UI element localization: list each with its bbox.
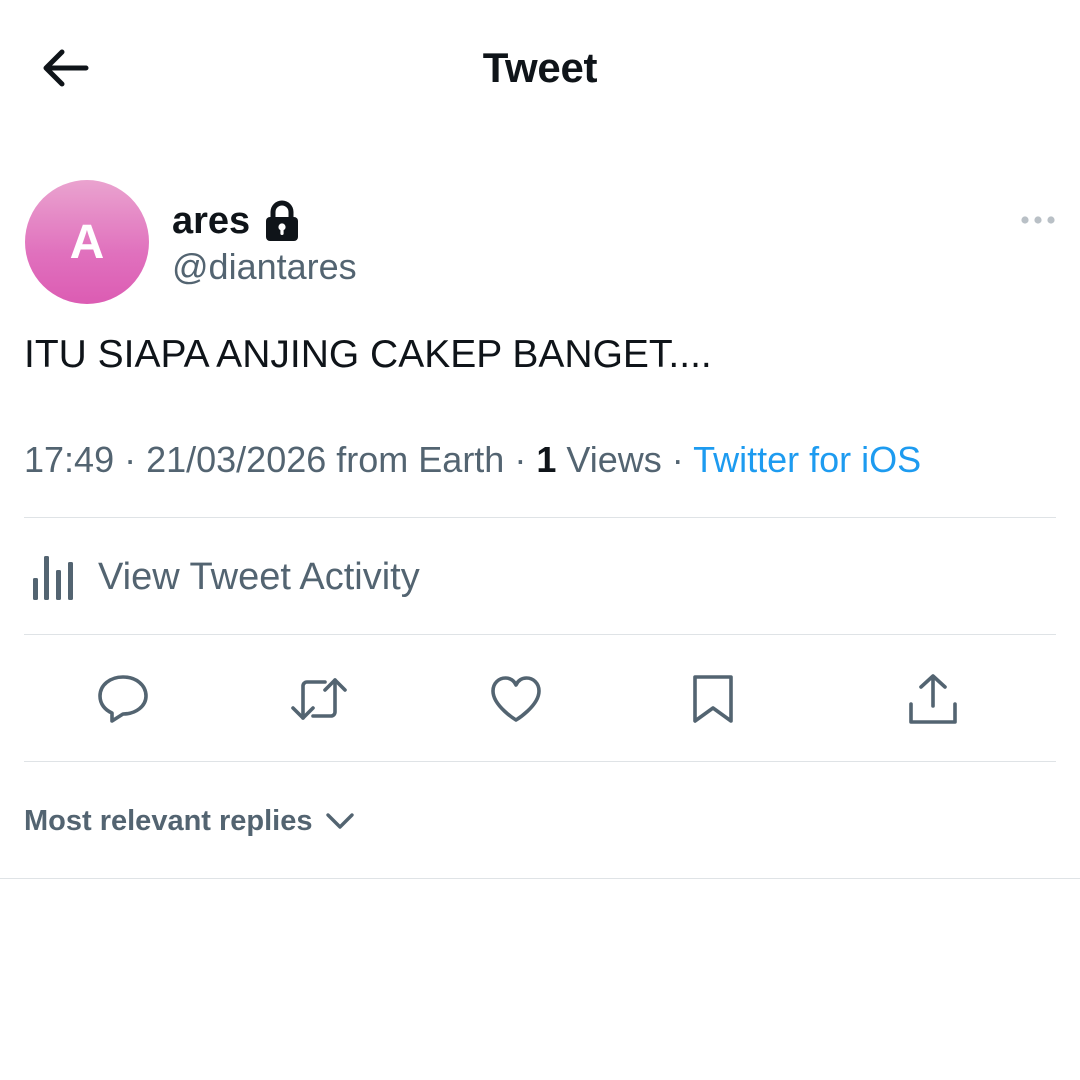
lock-icon (266, 200, 299, 241)
reply-button[interactable] (88, 664, 158, 734)
tweet-date[interactable]: 21/03/2026 (146, 439, 326, 480)
divider (0, 878, 1080, 879)
author-name-row: ares (172, 196, 300, 246)
retweet-button[interactable] (284, 664, 354, 734)
divider (24, 634, 1056, 635)
heart-icon (491, 676, 541, 722)
chevron-down-icon (325, 813, 354, 829)
views-label: Views (556, 439, 662, 480)
meta-separator: · (504, 439, 537, 480)
views-count: 1 (536, 439, 557, 480)
top-bar: Tweet (0, 0, 1080, 140)
tweet-time[interactable]: 17:49 (24, 439, 114, 480)
bookmark-icon (693, 675, 733, 723)
view-tweet-activity-button[interactable]: View Tweet Activity (30, 548, 420, 606)
divider (24, 761, 1056, 762)
share-button[interactable] (898, 664, 968, 734)
tweet-detail-screen: Tweet A ares @diantares ITU SIAPA ANJING… (0, 0, 1080, 1080)
more-horizontal-icon (1021, 216, 1055, 224)
tweet-location: from Earth (326, 439, 505, 480)
tweet-text: ITU SIAPA ANJING CAKEP BANGET.... (24, 333, 712, 376)
more-options-button[interactable] (1018, 205, 1058, 235)
source-link[interactable]: Twitter for iOS (693, 439, 921, 480)
action-bar (0, 664, 1080, 734)
tweet-meta: 17:49 · 21/03/2026 from Earth · 1 Views … (24, 436, 1056, 484)
meta-separator: · (114, 439, 147, 480)
avatar-letter: A (69, 215, 105, 269)
bar-chart-icon (33, 556, 73, 600)
share-icon (909, 674, 957, 724)
user-handle[interactable]: @diantares (172, 246, 357, 288)
like-button[interactable] (481, 664, 551, 734)
sort-label: Most relevant replies (24, 804, 313, 837)
reply-sort-selector[interactable]: Most relevant replies (24, 800, 355, 842)
retweet-icon (291, 678, 347, 720)
avatar[interactable]: A (25, 180, 149, 304)
view-tweet-activity-label: View Tweet Activity (98, 555, 420, 598)
bookmark-button[interactable] (678, 664, 748, 734)
meta-separator: · (661, 439, 694, 480)
page-title: Tweet (482, 44, 598, 91)
divider (24, 517, 1056, 518)
display-name[interactable]: ares (172, 200, 250, 243)
reply-icon (98, 675, 148, 723)
